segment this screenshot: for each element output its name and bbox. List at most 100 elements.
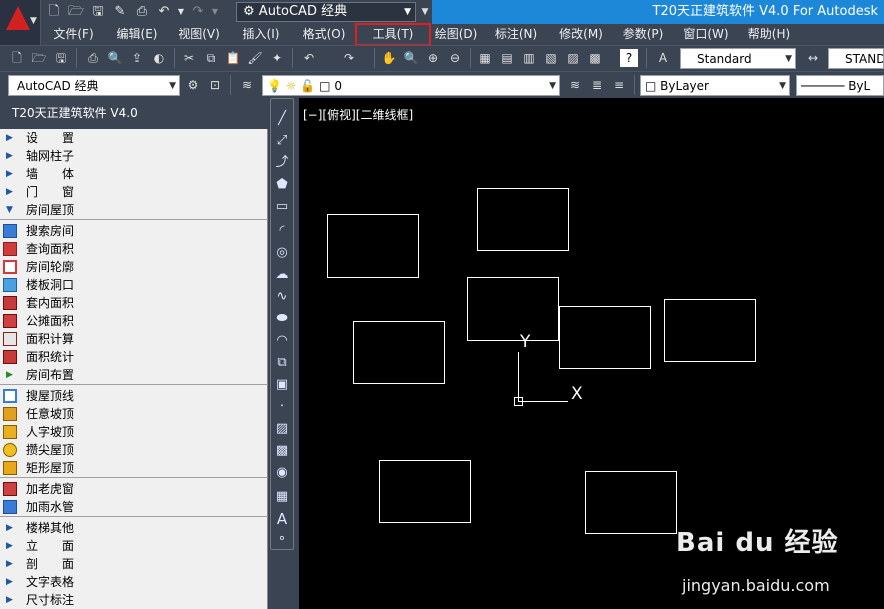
menu-view[interactable]: 视图(V)	[168, 24, 230, 45]
menu-insert[interactable]: 插入(I)	[230, 24, 292, 45]
redo-dropdown-icon[interactable]: ▼	[210, 2, 220, 22]
panel-item-suite-area[interactable]: 套内面积	[0, 294, 268, 312]
undo-icon[interactable]: ↶	[154, 2, 174, 22]
hatch-icon[interactable]: ▨	[274, 421, 290, 437]
spline-icon[interactable]: ∿	[274, 289, 290, 305]
zoom-window-icon[interactable]: ⊕	[424, 49, 442, 67]
panel-item-search-rooms[interactable]: 搜索房间	[0, 222, 268, 240]
panel-item-rain-pipe[interactable]: 加雨水管	[0, 498, 268, 516]
make-block-icon[interactable]: ▣	[274, 377, 290, 393]
markup-icon[interactable]: ▨	[564, 49, 582, 67]
drawn-rectangle[interactable]	[664, 299, 756, 362]
ellipse-arc-icon[interactable]: ◠	[274, 333, 290, 349]
menu-modify[interactable]: 修改(M)	[550, 24, 612, 45]
layer-select[interactable]: 💡 ☼ 🔓 □ 0 ▼	[262, 75, 560, 96]
menu-help[interactable]: 帮助(H)	[738, 24, 800, 45]
panel-section-walls[interactable]: ▶ 墙 体	[0, 165, 268, 183]
menu-parametric[interactable]: 参数(P)	[612, 24, 674, 45]
panel-section-dimensions[interactable]: ▶ 尺寸标注	[0, 591, 268, 609]
panel-item-query-area[interactable]: 查询面积	[0, 240, 268, 258]
workspace-switcher[interactable]: ⚙ AutoCAD 经典 ▼	[236, 2, 416, 22]
panel-item-gable-roof[interactable]: 人字坡顶	[0, 423, 268, 441]
layer-previous-icon[interactable]: ≣	[588, 76, 606, 94]
insert-block-icon[interactable]: ⧉	[274, 355, 290, 371]
sheet-set-icon[interactable]: ▧	[542, 49, 560, 67]
panel-item-search-roof-line[interactable]: 搜屋顶线	[0, 387, 268, 405]
menu-file[interactable]: 文件(F)	[41, 24, 106, 45]
publish-icon[interactable]: ⇪	[128, 49, 146, 67]
open-file-icon[interactable]: 🗁	[66, 2, 86, 22]
properties-icon[interactable]: ▦	[476, 49, 494, 67]
panel-item-area-stats[interactable]: 面积统计	[0, 348, 268, 366]
menu-tools[interactable]: 工具(T)	[355, 23, 431, 46]
design-center-icon[interactable]: ▤	[498, 49, 516, 67]
drawn-rectangle[interactable]	[379, 460, 471, 523]
drawn-rectangle[interactable]	[585, 471, 677, 534]
undo-icon[interactable]: ↶	[300, 49, 318, 67]
multiline-text-icon[interactable]: A	[274, 511, 290, 527]
plot-icon[interactable]: ⎙	[84, 49, 102, 67]
calculator-icon[interactable]: ▩	[586, 49, 604, 67]
make-current-layer-icon[interactable]: ≋	[566, 76, 584, 94]
menu-dimension[interactable]: 标注(N)	[482, 24, 550, 45]
panel-section-settings[interactable]: ▶ 设 置	[0, 129, 268, 147]
redo-icon[interactable]: ↷	[188, 2, 208, 22]
save-icon[interactable]: 🖫	[88, 2, 108, 22]
pan-icon[interactable]: ✋	[380, 49, 398, 67]
panel-section-rooms-roofs[interactable]: ▼ 房间屋顶	[0, 201, 268, 219]
circle-icon[interactable]: ◎	[274, 245, 290, 261]
text-style-select[interactable]: Standard ▼	[680, 48, 796, 69]
panel-section-elevation[interactable]: ▶ 立 面	[0, 537, 268, 555]
region-icon[interactable]: ◉	[274, 465, 290, 481]
zoom-previous-icon[interactable]: ⊖	[446, 49, 464, 67]
panel-section-room-layout[interactable]: ▶ 房间布置	[0, 366, 268, 384]
workspace-select[interactable]: AutoCAD 经典 ▼	[8, 75, 180, 96]
panel-item-any-slope-roof[interactable]: 任意坡顶	[0, 405, 268, 423]
panel-section-text-tables[interactable]: ▶ 文字表格	[0, 573, 268, 591]
drawn-rectangle[interactable]	[353, 321, 445, 384]
plot-preview-icon[interactable]: 🔍	[106, 49, 124, 67]
drawn-rectangle[interactable]	[327, 214, 419, 278]
panel-item-rect-roof[interactable]: 矩形屋顶	[0, 459, 268, 477]
drawn-rectangle[interactable]	[477, 188, 569, 251]
panel-section-axis-columns[interactable]: ▶ 轴网柱子	[0, 147, 268, 165]
workspace-settings-icon[interactable]: ⚙	[184, 76, 202, 94]
match-properties-icon[interactable]: 🖌	[246, 49, 264, 67]
arc-icon[interactable]: ◜	[274, 223, 290, 239]
new-file-icon[interactable]: 🗋	[44, 2, 64, 22]
new-icon[interactable]: 🗋	[8, 49, 26, 67]
construction-line-icon[interactable]: ⤢	[274, 133, 290, 149]
workspace-save-icon[interactable]: ⊡	[206, 76, 224, 94]
plot-icon[interactable]: ⎙	[132, 2, 152, 22]
panel-item-shared-area[interactable]: 公摊面积	[0, 312, 268, 330]
drawn-rectangle[interactable]	[467, 277, 559, 341]
block-editor-icon[interactable]: ✦	[268, 49, 286, 67]
panel-item-room-outline[interactable]: 房间轮廓	[0, 258, 268, 276]
copy-icon[interactable]: ⧉	[202, 49, 220, 67]
menu-draw[interactable]: 绘图(D)	[430, 24, 482, 45]
menu-edit[interactable]: 编辑(E)	[106, 24, 168, 45]
color-select[interactable]: □ ByLayer ▼	[640, 75, 790, 96]
zoom-realtime-icon[interactable]: 🔍	[402, 49, 420, 67]
open-icon[interactable]: 🗁	[30, 49, 48, 67]
revision-cloud-icon[interactable]: ☁	[274, 267, 290, 283]
panel-item-floor-opening[interactable]: 楼板洞口	[0, 276, 268, 294]
panel-section-stairs-other[interactable]: ▶ 楼梯其他	[0, 519, 268, 537]
paste-icon[interactable]: 📋	[224, 49, 242, 67]
ellipse-icon[interactable]: ⬬	[274, 311, 290, 327]
application-menu-button[interactable]: ▼	[0, 0, 41, 45]
add-selected-icon[interactable]: ∘	[274, 531, 290, 547]
line-icon[interactable]: ╱	[274, 111, 290, 127]
dimension-style-select[interactable]: STAND	[828, 48, 884, 69]
point-icon[interactable]: ⸱	[274, 399, 290, 415]
panel-item-dormer[interactable]: 加老虎窗	[0, 480, 268, 498]
linetype-select[interactable]: ────── ByL	[796, 75, 884, 96]
3d-print-icon[interactable]: ◐	[150, 49, 168, 67]
drawing-area[interactable]: [−][俯视][二维线框] Y X Bai du 经验 jingyan.baid…	[299, 98, 884, 609]
dimension-style-icon[interactable]: ↔	[804, 49, 822, 67]
rectangle-icon[interactable]: ▭	[274, 199, 290, 215]
menu-format[interactable]: 格式(O)	[292, 24, 356, 45]
table-icon[interactable]: ▦	[274, 489, 290, 505]
gradient-icon[interactable]: ▩	[274, 443, 290, 459]
panel-section-doors-windows[interactable]: ▶ 门 窗	[0, 183, 268, 201]
